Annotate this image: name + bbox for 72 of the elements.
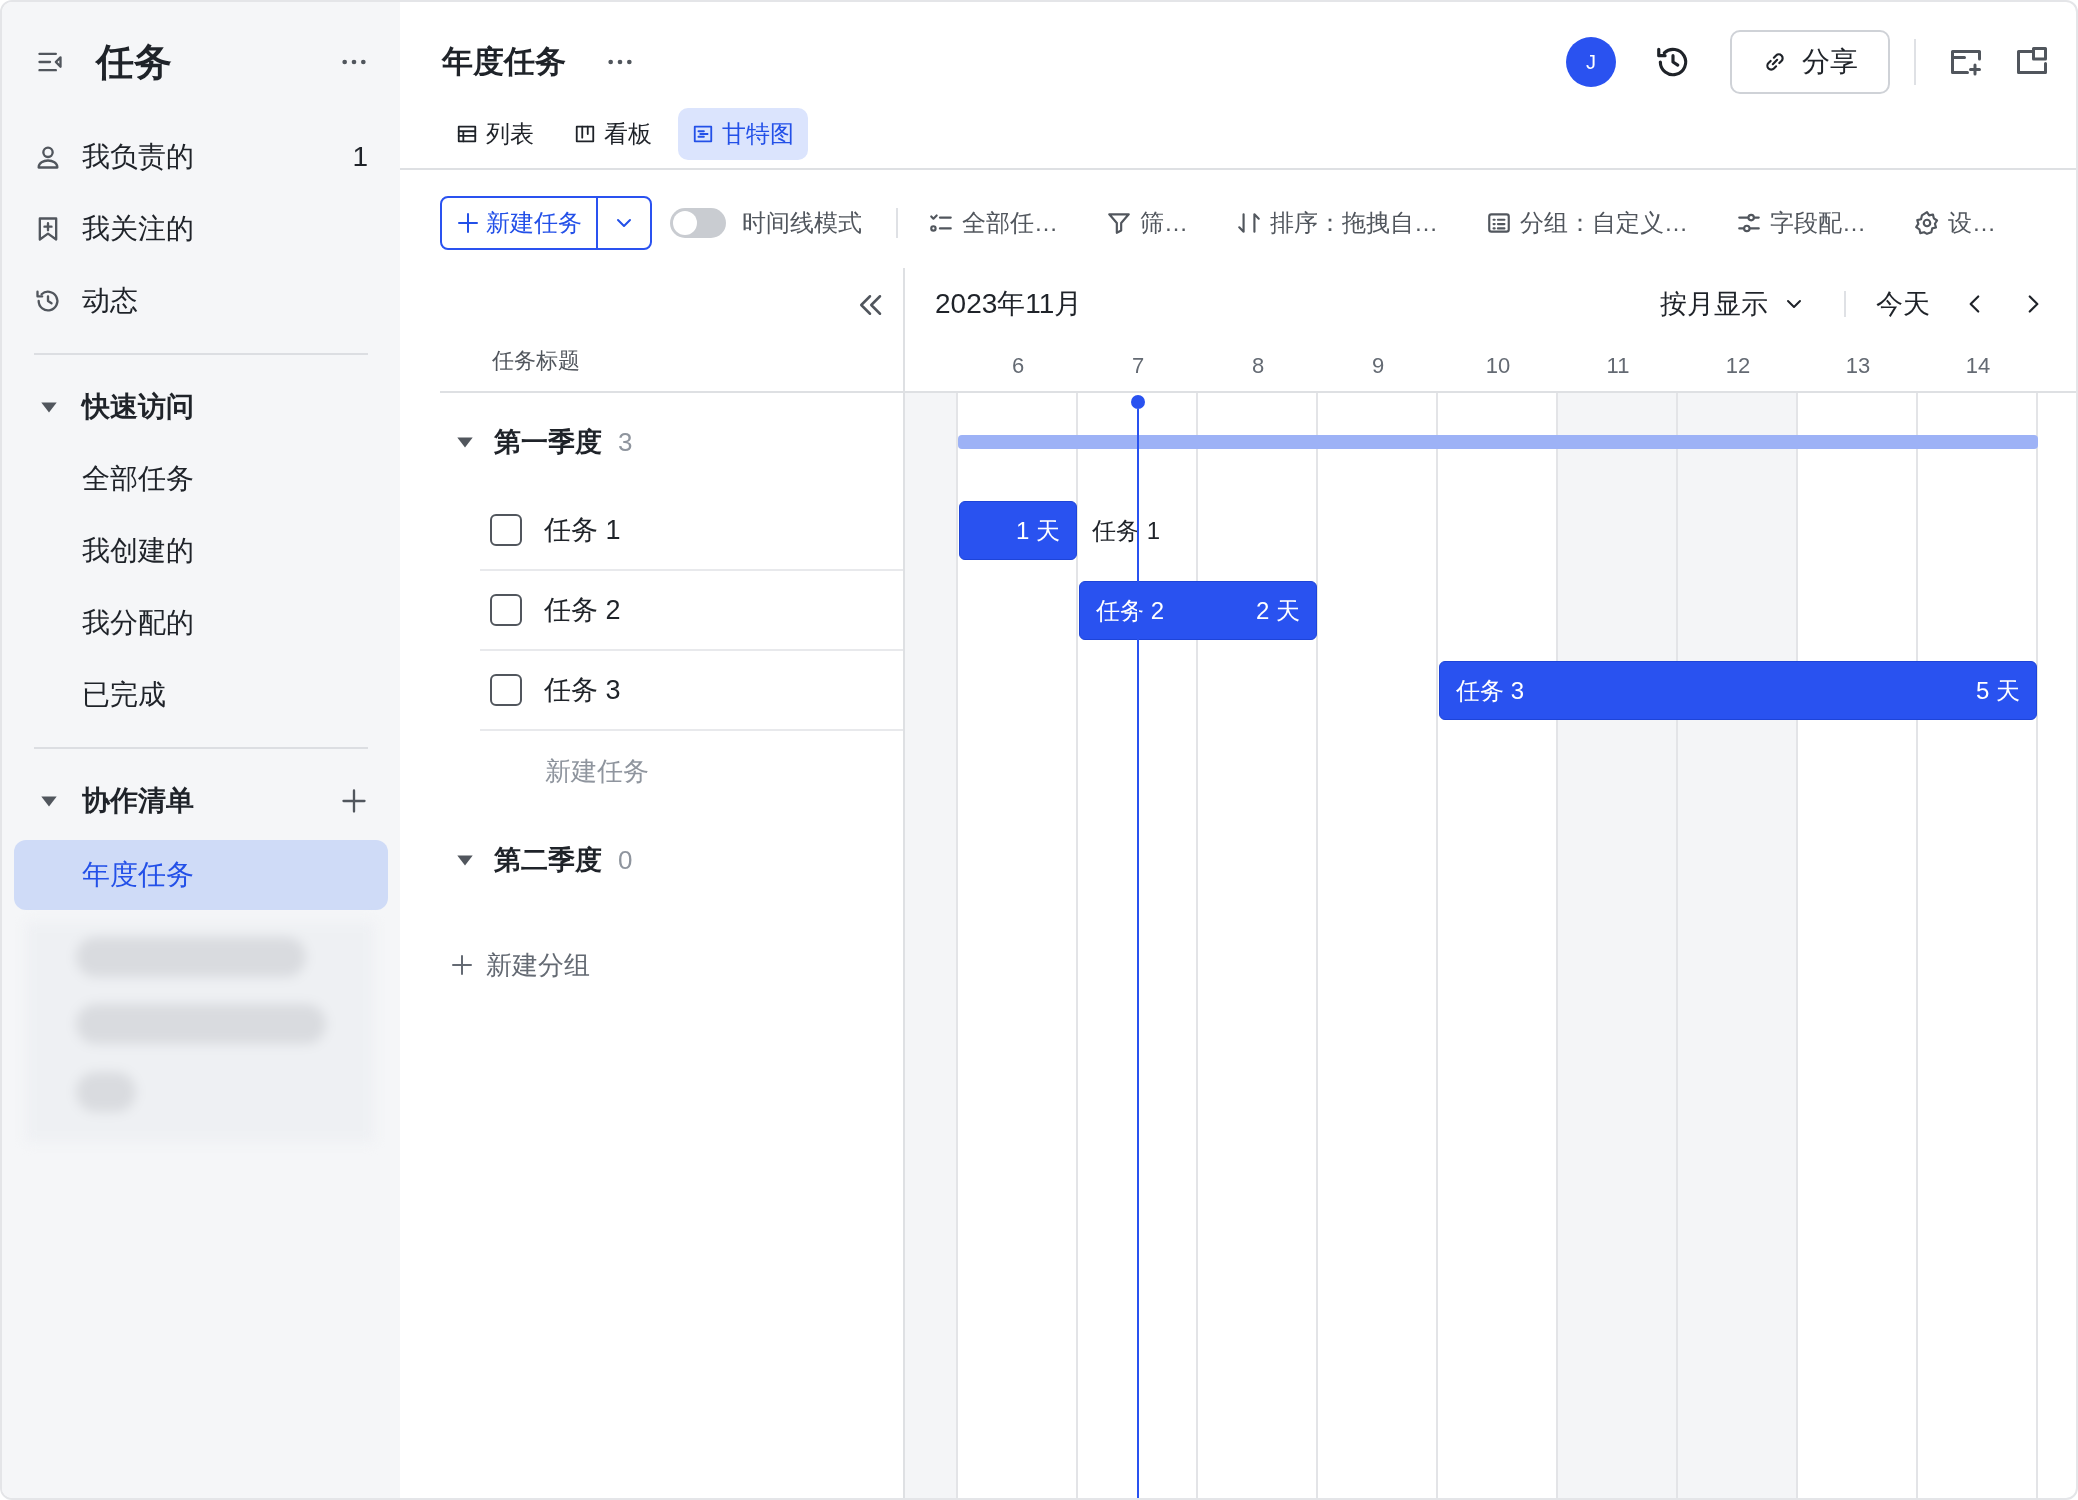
view-tab[interactable]: 甘特图 bbox=[678, 108, 808, 160]
sidebar-item[interactable]: 我关注的 bbox=[14, 193, 388, 265]
toolbar-button[interactable]: 排序：拖拽自… bbox=[1236, 207, 1438, 239]
toolbar-button[interactable]: 筛… bbox=[1106, 207, 1188, 239]
group-title: 第二季度 bbox=[494, 844, 602, 877]
board-icon bbox=[574, 123, 596, 145]
toolbar-button[interactable]: 全部任… bbox=[928, 207, 1058, 239]
sidebar-item[interactable]: 我创建的 bbox=[14, 515, 388, 587]
view-tab[interactable]: 看板 bbox=[560, 108, 666, 160]
settings-icon bbox=[1914, 210, 1940, 236]
page-title: 年度任务 bbox=[442, 43, 566, 81]
group-count: 3 bbox=[618, 426, 633, 458]
day-label: 14 bbox=[1965, 352, 1991, 379]
share-button[interactable]: 分享 bbox=[1730, 30, 1890, 94]
section-title: 快速访问 bbox=[82, 390, 194, 424]
task-bar[interactable]: 任务 3 5 天 bbox=[1439, 661, 2037, 720]
task-title: 任务 1 bbox=[544, 514, 621, 547]
task-bar[interactable]: 1 天 bbox=[959, 501, 1077, 560]
duration-label: 2 天 bbox=[1256, 595, 1300, 626]
group-count: 0 bbox=[618, 844, 633, 876]
task-title: 任务 3 bbox=[544, 674, 621, 707]
sidebar-title: 任务 bbox=[96, 39, 172, 85]
day-label: 12 bbox=[1725, 352, 1751, 379]
table-icon bbox=[456, 123, 478, 145]
duration-label: 5 天 bbox=[1976, 675, 2020, 706]
bar-label: 任务 1 bbox=[1092, 515, 1160, 546]
day-label: 10 bbox=[1485, 352, 1511, 379]
month-label: 2023年11月 bbox=[935, 287, 1083, 321]
toggle-label: 时间线模式 bbox=[742, 208, 862, 238]
column-header: 任务标题 bbox=[492, 347, 580, 375]
sidebar-item[interactable]: 已完成 bbox=[14, 659, 388, 731]
checkbox[interactable] bbox=[490, 674, 522, 706]
duration-label: 1 天 bbox=[1016, 515, 1060, 546]
sidebar-item[interactable]: 年度任务 bbox=[14, 840, 388, 910]
toolbar-button[interactable]: 设… bbox=[1914, 207, 1996, 239]
toggle-switch[interactable] bbox=[670, 208, 726, 238]
task-title: 任务 2 bbox=[544, 594, 621, 627]
plus-icon bbox=[450, 953, 474, 977]
sidebar-item[interactable]: 我负责的 1 bbox=[14, 121, 388, 193]
item-count: 1 bbox=[352, 141, 368, 173]
sort-icon bbox=[1236, 210, 1262, 236]
gantt-icon bbox=[692, 123, 714, 145]
filter-icon bbox=[1106, 210, 1132, 236]
day-label: 7 bbox=[1131, 352, 1145, 379]
section-title: 协作清单 bbox=[82, 784, 194, 818]
toolbar-button[interactable]: 字段配… bbox=[1736, 207, 1866, 239]
sidebar-item[interactable]: 我分配的 bbox=[14, 587, 388, 659]
item-label: 我关注的 bbox=[82, 212, 194, 246]
today-button[interactable]: 今天 bbox=[1876, 286, 1930, 322]
checkbox[interactable] bbox=[490, 514, 522, 546]
list-icon bbox=[1486, 210, 1512, 236]
group-title: 第一季度 bbox=[494, 426, 602, 459]
task-bar[interactable]: 任务 2 2 天 bbox=[1079, 581, 1317, 640]
avatar[interactable]: J bbox=[1566, 37, 1616, 87]
bar-label: 任务 3 bbox=[1456, 675, 1524, 706]
sidebar-item[interactable]: 全部任务 bbox=[14, 443, 388, 515]
scale-dropdown[interactable]: 按月显示 bbox=[1660, 286, 1806, 322]
day-label: 13 bbox=[1845, 352, 1871, 379]
item-label: 我负责的 bbox=[82, 140, 194, 174]
new-group-button[interactable]: 新建分组 bbox=[440, 925, 903, 1005]
view-tab[interactable]: 列表 bbox=[442, 108, 548, 160]
toolbar-button[interactable]: 分组：自定义… bbox=[1486, 207, 1688, 239]
checkbox[interactable] bbox=[490, 594, 522, 626]
day-label: 11 bbox=[1606, 352, 1630, 379]
bar-label: 任务 2 bbox=[1096, 595, 1164, 626]
day-label: 9 bbox=[1371, 352, 1385, 379]
day-label: 6 bbox=[1011, 352, 1025, 379]
sidebar-item[interactable]: 动态 bbox=[14, 265, 388, 337]
item-label: 动态 bbox=[82, 284, 138, 318]
plus-icon bbox=[456, 211, 480, 235]
day-label: 8 bbox=[1251, 352, 1265, 379]
plus-icon[interactable] bbox=[340, 787, 368, 815]
